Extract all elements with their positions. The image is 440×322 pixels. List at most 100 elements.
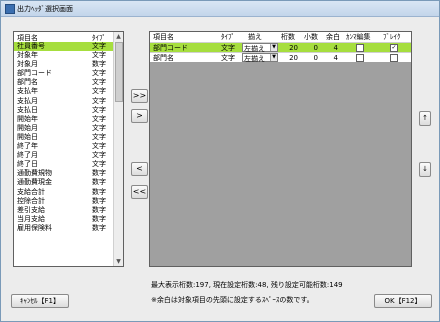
list-item-type: 文字 <box>92 105 106 114</box>
list-item-name: 対象年 <box>17 51 38 60</box>
list-item-type: 文字 <box>92 123 106 132</box>
list-item-name: 支払日 <box>17 105 38 114</box>
digits-cell[interactable]: 20 <box>280 53 298 63</box>
align-select[interactable]: 左揃え ▼ <box>242 43 278 53</box>
list-item-type: 文字 <box>92 151 106 160</box>
list-scrollbar[interactable]: ▲ ▼ <box>113 32 123 266</box>
list-item[interactable]: 支払日 文字 <box>14 106 114 115</box>
list-item[interactable]: 控除合計 数字 <box>14 197 114 206</box>
list-item[interactable]: 部門コード 文字 <box>14 69 114 78</box>
list-item[interactable]: 終了月 文字 <box>14 151 114 160</box>
list-item-type: 数字 <box>92 178 106 187</box>
list-item[interactable]: 対象年 文字 <box>14 51 114 60</box>
list-item-name: 控除合計 <box>17 196 45 205</box>
list-item-type: 数字 <box>92 187 106 196</box>
list-item-name: 当月支給 <box>17 214 45 223</box>
align-select-value: 左揃え <box>244 55 265 63</box>
row-item-type: 文字 <box>221 54 235 62</box>
list-item-name: 部門コード <box>17 69 52 78</box>
column-header-margin: 余白 <box>326 33 340 41</box>
list-item[interactable]: 開始日 文字 <box>14 133 114 142</box>
list-item-name: 開始月 <box>17 123 38 132</box>
dialog-window: 出力ﾍｯﾀﾞ選択画面 項目名 ﾀｲﾌﾟ 社員番号 文字 対象年 文字 対象月 数字 部門コー… <box>0 0 440 322</box>
list-item-name: 対象月 <box>17 60 38 69</box>
list-item-type: 文字 <box>92 114 106 123</box>
row-item-name: 部門名 <box>153 54 174 62</box>
list-item-name: 社員番号 <box>17 42 45 50</box>
list-item-name: 終了日 <box>17 160 38 169</box>
list-item-type: 数字 <box>92 196 106 205</box>
remove-button[interactable]: < <box>131 162 148 176</box>
list-item[interactable]: 通勤費現金 数字 <box>14 178 114 187</box>
list-item[interactable]: 社員番号 文字 <box>14 42 114 52</box>
list-item-type: 数字 <box>92 60 106 69</box>
cancel-button[interactable]: ｷｬﾝｾﾙ【F1】 <box>11 294 69 308</box>
list-item-name: 差引支給 <box>17 205 45 214</box>
margin-cell[interactable]: 4 <box>324 53 338 63</box>
move-up-button[interactable]: ↑ <box>419 111 431 126</box>
window-title: 出力ﾍｯﾀﾞ選択画面 <box>17 5 73 13</box>
selected-items-header: 項目名 ﾀｲﾌﾟ 揃え 桁数 小数 余白 ｶﾝﾏ編集 ﾌﾞﾚｲｸ <box>150 32 411 42</box>
digit-count-info: 最大表示桁数:197, 現在設定桁数:48, 残り設定可能桁数:149 <box>151 281 343 289</box>
add-button[interactable]: > <box>131 109 148 123</box>
app-icon <box>5 4 15 14</box>
table-row[interactable]: 部門コード 文字 左揃え ▼ 20 0 4 ✓ <box>150 42 411 53</box>
list-item[interactable]: 差引支給 数字 <box>14 206 114 215</box>
list-item-name: 終了月 <box>17 151 38 160</box>
move-down-button[interactable]: ↓ <box>419 162 431 177</box>
scroll-up-arrow-icon[interactable]: ▲ <box>114 32 123 41</box>
margin-note: ※余白は対象項目の先頭に設定するｽﾍﾟｰｽの数です。 <box>151 296 314 304</box>
list-item-type: 文字 <box>92 142 106 151</box>
selected-items-grid[interactable]: 項目名 ﾀｲﾌﾟ 揃え 桁数 小数 余白 ｶﾝﾏ編集 ﾌﾞﾚｲｸ 部門コード 文字… <box>149 31 412 267</box>
list-item[interactable]: 当月支給 数字 <box>14 215 114 224</box>
list-item[interactable]: 開始月 文字 <box>14 124 114 133</box>
list-item-type: 数字 <box>92 214 106 223</box>
list-item-type: 文字 <box>92 42 106 50</box>
column-header-item-name: 項目名 <box>153 33 174 41</box>
scroll-down-arrow-icon[interactable]: ▼ <box>114 257 123 266</box>
add-all-button[interactable]: >> <box>131 89 148 103</box>
list-item-type: 文字 <box>92 87 106 96</box>
decimals-cell[interactable]: 0 <box>302 53 318 63</box>
list-item-type: 文字 <box>92 160 106 169</box>
list-item[interactable]: 終了日 文字 <box>14 160 114 169</box>
scroll-thumb[interactable] <box>115 42 123 102</box>
align-select[interactable]: 左揃え ▼ <box>242 53 278 63</box>
remove-all-button[interactable]: << <box>131 185 148 199</box>
list-item[interactable]: 支給合計 数字 <box>14 188 114 197</box>
comma-checkbox[interactable] <box>356 44 364 52</box>
list-item-name: 開始年 <box>17 114 38 123</box>
chevron-down-icon[interactable]: ▼ <box>270 54 277 61</box>
list-item[interactable]: 開始年 文字 <box>14 115 114 124</box>
list-item[interactable]: 対象月 数字 <box>14 60 114 69</box>
list-item[interactable]: 支払月 文字 <box>14 97 114 106</box>
ok-button[interactable]: OK【F12】 <box>374 294 432 308</box>
column-header-align: 揃え <box>248 33 262 41</box>
list-item-type: 数字 <box>92 223 106 232</box>
list-item-name: 支払年 <box>17 87 38 96</box>
list-item[interactable]: 終了年 文字 <box>14 142 114 151</box>
comma-checkbox[interactable] <box>356 54 364 62</box>
title-bar: 出力ﾍｯﾀﾞ選択画面 <box>1 1 439 17</box>
column-header-type: ﾀｲﾌﾟ <box>221 33 235 41</box>
list-item-type: 文字 <box>92 96 106 105</box>
list-item-name: 支給合計 <box>17 187 45 196</box>
available-items-list[interactable]: 項目名 ﾀｲﾌﾟ 社員番号 文字 対象年 文字 対象月 数字 部門コード 文字 部門名 文字 支払年… <box>13 31 124 267</box>
list-item[interactable]: 雇用保険料 数字 <box>14 224 114 233</box>
table-row[interactable]: 部門名 文字 左揃え ▼ 20 0 4 <box>150 52 411 63</box>
column-header-decimals: 小数 <box>304 33 318 41</box>
list-item-type: 数字 <box>92 205 106 214</box>
list-item-type: 文字 <box>92 51 106 60</box>
list-item-name: 支払月 <box>17 96 38 105</box>
chevron-down-icon[interactable]: ▼ <box>270 44 277 51</box>
break-checkbox[interactable] <box>390 54 398 62</box>
list-item-type: 文字 <box>92 132 106 141</box>
column-header-break: ﾌﾞﾚｲｸ <box>383 33 401 41</box>
list-item-name: 開始日 <box>17 132 38 141</box>
column-header-digits: 桁数 <box>281 33 295 41</box>
list-item[interactable]: 支払年 文字 <box>14 87 114 96</box>
break-checkbox[interactable]: ✓ <box>390 44 398 52</box>
list-item-type: 文字 <box>92 69 106 78</box>
list-item-name: 通勤費現金 <box>17 178 52 187</box>
list-item-name: 雇用保険料 <box>17 223 52 232</box>
